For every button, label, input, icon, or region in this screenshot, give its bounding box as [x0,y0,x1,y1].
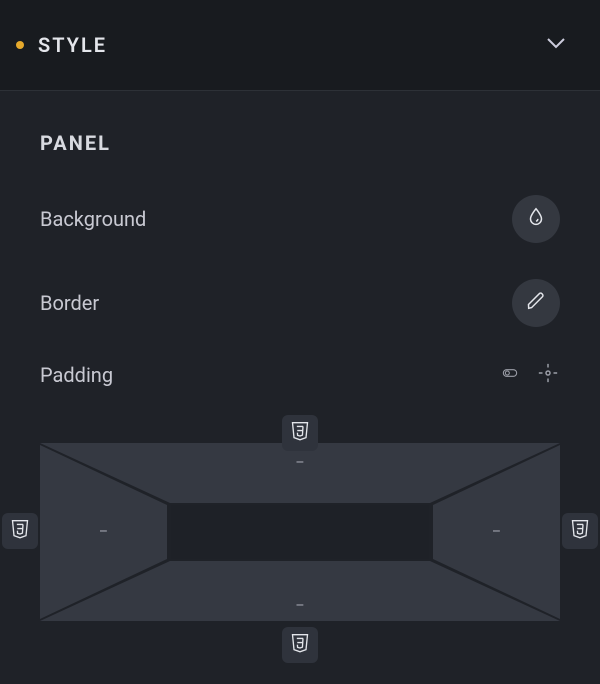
crosshair-icon [537,362,559,388]
pencil-icon [525,290,547,316]
css3-shield-icon [570,518,590,544]
section-title: STYLE [38,33,544,57]
toggle-icon [497,365,523,385]
padding-focus-button[interactable] [536,363,560,387]
padding-label: Padding [40,363,498,387]
padding-right-css-override[interactable] [562,513,598,549]
background-label: Background [40,207,512,231]
css3-shield-icon [10,518,30,544]
padding-bottom-css-override[interactable] [282,627,318,663]
padding-row: Padding [40,363,560,387]
modified-indicator [16,41,24,49]
panel-heading: PANEL [40,131,560,155]
css3-shield-icon [290,632,310,658]
style-section-header[interactable]: STYLE [0,0,600,90]
droplet-icon [525,206,547,232]
background-row: Background [40,195,560,243]
padding-top-css-override[interactable] [282,415,318,451]
chevron-down-icon [544,31,568,59]
css3-shield-icon [290,420,310,446]
border-edit-button[interactable] [512,279,560,327]
border-label: Border [40,291,512,315]
style-section-body: PANEL Background Border Padding [0,90,600,684]
padding-content-area [171,505,429,559]
padding-left-css-override[interactable] [2,513,38,549]
padding-link-toggle[interactable] [498,363,522,387]
border-row: Border [40,279,560,327]
background-picker-button[interactable] [512,195,560,243]
